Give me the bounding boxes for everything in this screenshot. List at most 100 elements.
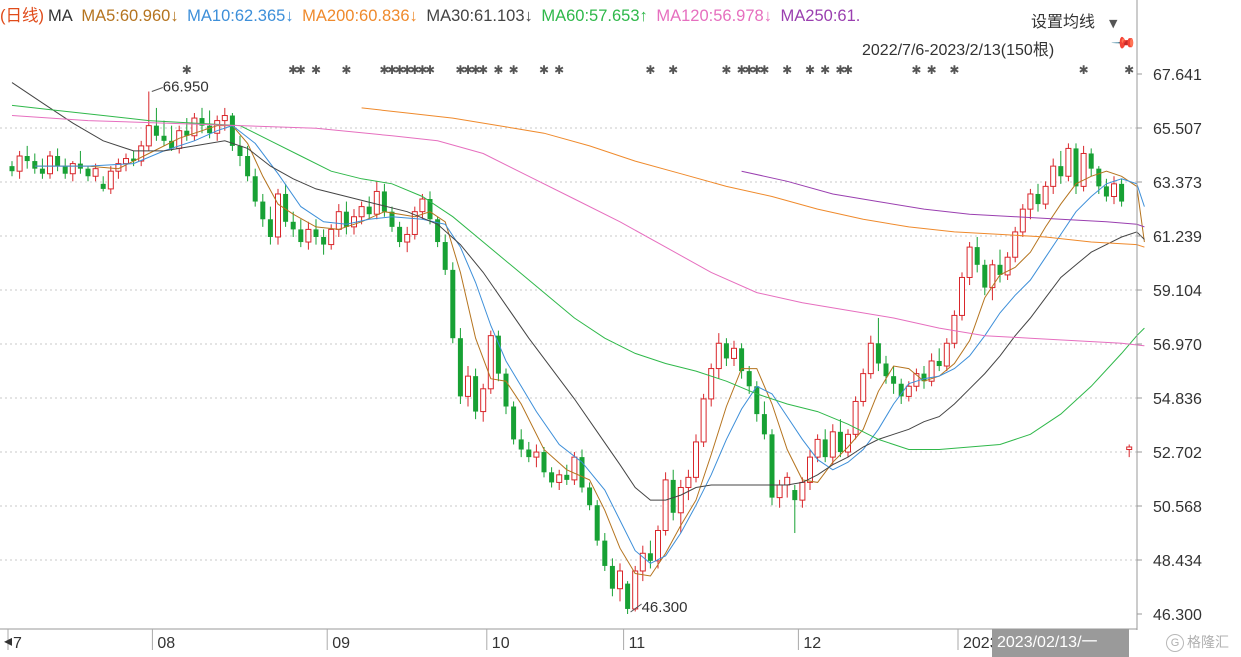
candle-down	[518, 439, 524, 450]
candle-down	[746, 371, 752, 387]
candle-up	[693, 441, 699, 478]
candle-up	[145, 125, 152, 147]
candle-down	[625, 583, 631, 609]
event-marker: ✱	[927, 63, 937, 77]
candle-down	[1088, 153, 1094, 169]
candle-up	[404, 233, 411, 243]
candle-up	[943, 342, 950, 367]
candle-down	[321, 236, 327, 245]
x-axis: 7 08 09 10 11 12 2023◂	[0, 628, 1137, 652]
y-tick-label: 61.239	[1153, 229, 1202, 246]
candle-down	[153, 125, 159, 136]
candle-up	[533, 451, 540, 458]
event-markers: ✱ ✱✱ ✱ ✱ ✱✱✱✱✱✱✱ ✱✱✱✱ ✱ ✱ ✱ ✱ ✱ ✱ ✱ ✱✱✱✱ ✱ ✱ ✱ ✱✱ ✱ ✱ ✱ ✱ ✱	[182, 63, 1134, 77]
candle-down	[1096, 168, 1102, 187]
candle-down	[389, 211, 395, 227]
ma-line-ma200	[361, 107, 1145, 248]
candle-down	[442, 242, 448, 270]
candle-down	[85, 168, 91, 177]
event-marker: ✱	[182, 63, 192, 77]
candle-up	[731, 347, 737, 359]
candle-down	[837, 431, 843, 453]
event-marker: ✱	[668, 63, 678, 77]
candle-up	[1050, 165, 1057, 187]
candle-down	[298, 229, 304, 243]
candle-down	[252, 176, 258, 202]
candle-down	[822, 439, 828, 458]
y-axis: 67.641 65.507 63.373 61.239 59.104 56.970 54.8…	[1136, 0, 1202, 630]
candle-down	[936, 360, 942, 367]
candle-down	[1119, 183, 1125, 202]
candles	[9, 91, 1133, 614]
candle-up	[784, 476, 791, 486]
candle-down	[237, 145, 243, 157]
x-tick-label: 12	[803, 635, 821, 652]
event-marker: ✱	[721, 63, 731, 77]
candle-up	[700, 398, 707, 443]
candle-down	[229, 115, 235, 146]
candle-up	[465, 375, 471, 397]
y-tick-label: 54.836	[1153, 391, 1202, 408]
candle-down	[381, 191, 387, 212]
y-tick-label: 48.434	[1153, 553, 1202, 570]
event-marker: ✱	[1124, 63, 1134, 77]
y-tick-label: 52.702	[1153, 445, 1202, 462]
candle-down	[1073, 148, 1079, 187]
candle-up	[107, 170, 114, 190]
candle-down	[32, 161, 38, 169]
candle-down	[245, 156, 251, 177]
event-marker: ✱	[843, 63, 853, 77]
candle-down	[450, 269, 456, 339]
candle-up	[966, 246, 973, 278]
candle-up	[655, 529, 661, 562]
candle-up	[138, 145, 145, 162]
candle-down	[9, 166, 15, 172]
candle-down	[457, 338, 463, 397]
candle-down	[100, 183, 106, 189]
y-tick-label: 46.300	[1153, 607, 1202, 624]
candle-up	[951, 314, 958, 344]
y-tick-label: 59.104	[1153, 283, 1202, 300]
candle-up	[1065, 147, 1072, 177]
event-marker: ✱	[911, 63, 921, 77]
candle-up	[632, 570, 639, 610]
candle-down	[609, 565, 615, 589]
candlestick-chart[interactable]: ✱ ✱✱ ✱ ✱ ✱✱✱✱✱✱✱ ✱✱✱✱ ✱ ✱ ✱ ✱ ✱ ✱ ✱ ✱✱✱✱ ✱ ✱ ✱ ✱✱ ✱ ✱ ✱ ✱ ✱ 66…	[0, 0, 1241, 657]
candle-up	[1027, 193, 1034, 210]
event-marker: ✱	[1079, 63, 1089, 77]
candle-up	[662, 479, 669, 531]
candle-down	[739, 348, 745, 372]
y-tick-label: 67.641	[1153, 67, 1202, 84]
candle-down	[473, 376, 479, 412]
candle-down	[997, 264, 1003, 275]
candle-down	[670, 479, 676, 513]
candle-up	[715, 342, 722, 370]
candle-up	[556, 474, 563, 483]
event-marker: ✱	[554, 63, 564, 77]
candle-down	[161, 135, 167, 141]
candle-down	[647, 553, 653, 561]
event-marker: ✱	[949, 63, 959, 77]
candle-down	[313, 229, 319, 237]
candle-up	[487, 335, 494, 390]
y-tick-label: 65.507	[1153, 121, 1202, 138]
candle-up	[123, 158, 129, 165]
y-tick-label: 63.373	[1153, 175, 1202, 192]
event-marker: ✱	[478, 63, 488, 77]
cursor-date-label: 2023/02/13/一	[992, 629, 1129, 657]
moving-average-lines	[11, 82, 1145, 577]
event-marker: ✱	[759, 63, 769, 77]
candle-up	[305, 228, 312, 243]
candle-down	[723, 343, 729, 359]
candle-down	[511, 406, 517, 440]
candle-up	[328, 228, 335, 246]
event-marker: ✱	[645, 63, 655, 77]
candle-down	[875, 343, 881, 364]
candle-down	[55, 156, 61, 167]
candle-up	[92, 168, 99, 177]
event-marker: ✱	[539, 63, 549, 77]
event-marker: ✱	[296, 63, 306, 77]
candle-up	[47, 155, 53, 175]
candle-down	[290, 221, 296, 230]
candle-down	[564, 474, 570, 480]
